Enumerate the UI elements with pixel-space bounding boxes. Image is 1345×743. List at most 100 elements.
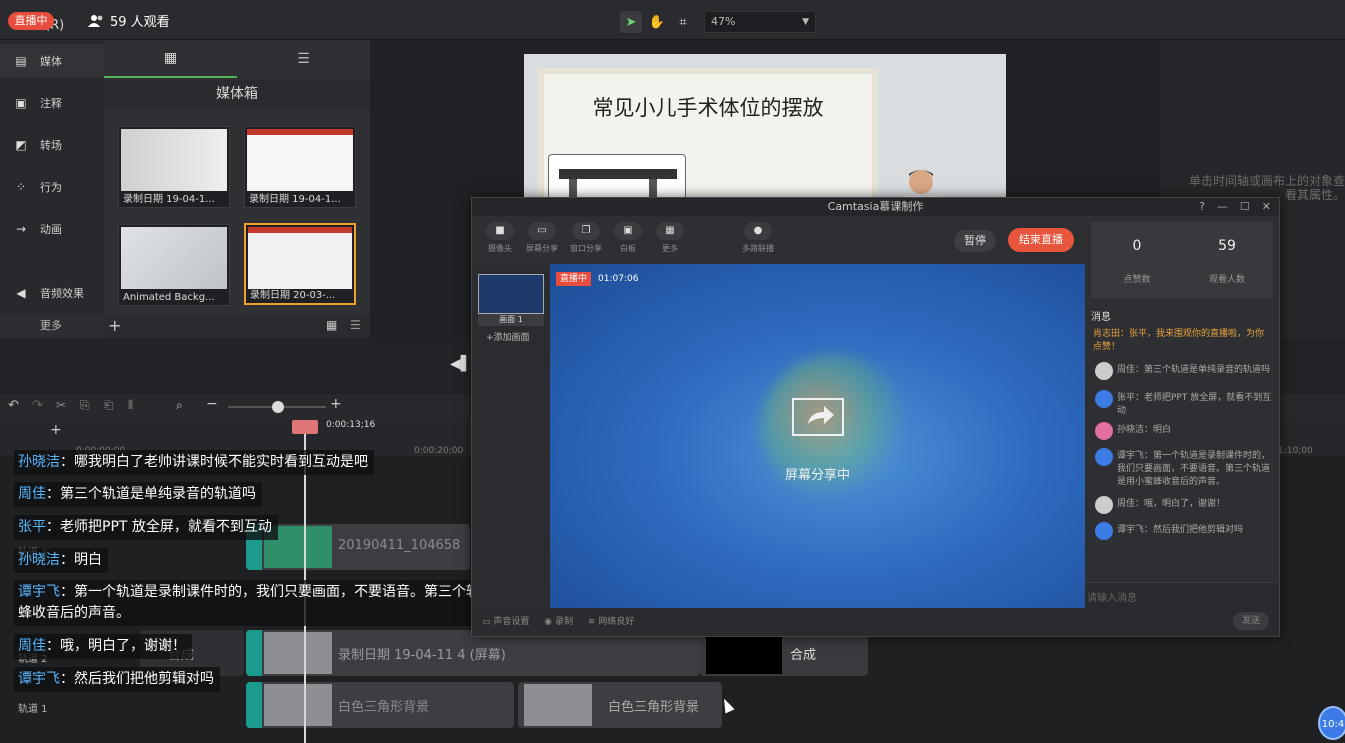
chat-sender: 谭宇飞 bbox=[18, 671, 60, 687]
send-button[interactable]: 发送 bbox=[1233, 612, 1269, 630]
media-thumbnail[interactable]: Animated Backg... bbox=[118, 224, 230, 306]
screen-share-icon bbox=[792, 398, 844, 436]
message-input[interactable]: 请输入消息 发送 bbox=[1085, 582, 1279, 636]
chat-message: 孙晓洁：明白 bbox=[14, 548, 108, 573]
live-status-bar: ▭ 声音设置 ◉ 录制 ≋ 网络良好 bbox=[472, 608, 1085, 636]
add-icon[interactable]: + bbox=[108, 316, 121, 335]
pause-button[interactable]: 暂停 bbox=[954, 230, 996, 252]
avatar bbox=[1095, 496, 1113, 514]
chat-message: 孙晓洁：哪我明白了老帅讲课时候不能实时看到互动是吧 bbox=[14, 450, 374, 475]
chat-text: ：哦，明白了，谢谢！ bbox=[46, 638, 186, 654]
media-thumbnail[interactable]: 录制日期 19-04-1... bbox=[244, 126, 356, 208]
zoom-slider[interactable] bbox=[228, 401, 326, 413]
pointer-tool-icon[interactable]: ➤ bbox=[620, 11, 642, 33]
live-stats: 0 点赞数 59 观看人数 bbox=[1091, 222, 1273, 298]
maximize-icon[interactable]: ☐ bbox=[1240, 198, 1250, 216]
tool-media[interactable]: ▤ 媒体 bbox=[0, 44, 104, 78]
likes-count: 0 bbox=[1132, 238, 1142, 254]
camera-button[interactable]: ■ 摄像头 bbox=[480, 222, 520, 254]
live-stream-window: Camtasia慕课制作 ? — ☐ ✕ ■ 摄像头 ▭ 屏幕分享 ❐ 窗口分享 ▣ 白… bbox=[471, 197, 1280, 637]
tool-animations[interactable]: → 动画 bbox=[0, 212, 104, 246]
screen-share-icon: ▭ bbox=[528, 222, 556, 240]
window-share-icon: ❐ bbox=[572, 222, 600, 240]
crop-tool-icon[interactable]: ⌗ bbox=[672, 11, 694, 33]
scene-thumbnail[interactable] bbox=[478, 274, 544, 314]
track-label: 轨道 1 bbox=[18, 704, 48, 715]
paste-icon[interactable]: ⎗ bbox=[104, 398, 114, 413]
add-scene-button[interactable]: +添加画面 bbox=[486, 330, 530, 343]
cut-icon[interactable]: ✂ bbox=[56, 398, 66, 412]
add-track-icon[interactable]: + bbox=[50, 422, 62, 438]
more-grid-icon: ▦ bbox=[656, 222, 684, 240]
whiteboard-button[interactable]: ▣ 白板 bbox=[608, 222, 648, 254]
list-view-icon[interactable]: ☰ bbox=[350, 318, 361, 332]
chat-text: ：老师把PPT 放全屏，就看不到互动 bbox=[46, 519, 272, 535]
thumbnail-image bbox=[248, 227, 352, 289]
tool-transitions[interactable]: ◩ 转场 bbox=[0, 128, 104, 162]
tool-annotations[interactable]: ▣ 注释 bbox=[0, 86, 104, 120]
clip-label: 白色三角形背景 bbox=[338, 700, 430, 715]
zoom-slider-thumb[interactable] bbox=[272, 401, 284, 413]
behavior-icon: ⁘ bbox=[15, 180, 27, 194]
screen-share-button[interactable]: ▭ 屏幕分享 bbox=[522, 222, 562, 254]
thumbnail-image bbox=[121, 227, 227, 289]
chat-message: 周佳：哦，明白了，谢谢！ bbox=[14, 634, 192, 659]
slide-title: 常见小儿手术体位的摆放 bbox=[592, 96, 824, 120]
zoom-in-icon[interactable]: + bbox=[330, 396, 342, 412]
live-preview: 直播中 01:07:06 屏幕分享中 bbox=[550, 264, 1085, 608]
mic-icon: ▭ bbox=[482, 617, 494, 627]
zoom-out-icon[interactable]: − bbox=[206, 396, 218, 412]
tool-audio-effects[interactable]: ◀ 音频效果 bbox=[0, 276, 104, 310]
grid-view-icon[interactable]: ▦ bbox=[326, 318, 337, 332]
viewer-count-text: 59 人观看 bbox=[110, 15, 170, 30]
zoom-search-icon[interactable]: ⌕ bbox=[176, 398, 183, 413]
window-share-button[interactable]: ❐ 窗口分享 bbox=[566, 222, 606, 254]
zoom-select[interactable]: 47% ▼ bbox=[704, 11, 816, 33]
tool-behaviors[interactable]: ⁘ 行为 bbox=[0, 170, 104, 204]
avatar bbox=[1095, 390, 1113, 408]
tool-label: 多路联播 bbox=[742, 244, 774, 253]
chat-message: 张平：老师把PPT 放全屏，就看不到互动 bbox=[14, 515, 278, 540]
speaker-icon: ◀ bbox=[16, 286, 26, 300]
more-tools-button[interactable]: 更多 bbox=[0, 314, 104, 338]
help-icon[interactable]: ? bbox=[1199, 198, 1205, 216]
minimize-icon[interactable]: — bbox=[1217, 198, 1228, 216]
redo-icon[interactable]: ↷ bbox=[32, 398, 43, 413]
tab-library[interactable]: ☰ bbox=[237, 40, 370, 78]
playhead-handle[interactable] bbox=[292, 420, 318, 434]
message-text: 孙晓洁：明白 bbox=[1117, 425, 1172, 435]
undo-icon[interactable]: ↶ bbox=[8, 398, 19, 413]
tool-panel: ▤ 媒体 ▣ 注释 ◩ 转场 ⁘ 行为 → 动画 ◀ 音频效果 更多 bbox=[0, 40, 104, 338]
tool-label: 屏幕分享 bbox=[526, 244, 558, 253]
list-icon: ☰ bbox=[297, 51, 310, 67]
end-live-button[interactable]: 结束直播 bbox=[1008, 228, 1074, 252]
tool-label: 摄像头 bbox=[488, 244, 512, 253]
clock-badge: 10:4 bbox=[1318, 706, 1345, 740]
live-duration: 01:07:06 bbox=[598, 274, 639, 284]
record-link[interactable]: 录制 bbox=[555, 617, 573, 627]
playhead-time: 0:00:13;16 bbox=[326, 420, 376, 430]
app-root: 制(R) 直播中 59 人观看 ➤ ✋ ⌗ 47% ▼ ▤ 媒体 ▣ 注释 ◩ 转场 … bbox=[0, 0, 1345, 743]
top-bar: 制(R) 直播中 59 人观看 ➤ ✋ ⌗ 47% ▼ bbox=[0, 0, 1345, 40]
zoom-value: 47% bbox=[711, 15, 736, 28]
more-button[interactable]: ▦ 更多 bbox=[650, 222, 690, 254]
previous-frame-icon[interactable]: ◀▌ bbox=[450, 356, 472, 372]
messages-title: 消息 bbox=[1091, 312, 1111, 323]
audio-settings-link[interactable]: 声音设置 bbox=[493, 617, 529, 627]
tool-label: 媒体 bbox=[40, 55, 62, 68]
live-side-panel: 0 点赞数 59 观看人数 消息 肖志田：张平，我来围观你的直播啦，为你点赞！ … bbox=[1085, 216, 1279, 636]
user-icon: ● bbox=[744, 222, 772, 240]
message-text: 谭宇飞：然后我们把他剪辑对吗 bbox=[1117, 525, 1244, 535]
close-icon[interactable]: ✕ bbox=[1262, 198, 1271, 216]
viewers-count: 59 bbox=[1218, 238, 1236, 254]
hand-tool-icon[interactable]: ✋ bbox=[646, 11, 668, 33]
media-thumbnail[interactable]: 录制日期 20-03-... bbox=[244, 223, 356, 305]
split-icon[interactable]: ⫴ bbox=[128, 398, 133, 413]
copy-icon[interactable]: ⎘ bbox=[80, 398, 90, 413]
chat-sender: 周佳 bbox=[18, 486, 46, 502]
multi-stream-button[interactable]: ● 多路联播 bbox=[738, 222, 778, 254]
media-thumbnail[interactable]: 录制日期 19-04-1... bbox=[118, 126, 230, 208]
tab-media-bin[interactable]: ▦ bbox=[104, 40, 237, 78]
live-window-title: Camtasia慕课制作 bbox=[827, 200, 924, 213]
tool-label: 注释 bbox=[40, 97, 62, 110]
